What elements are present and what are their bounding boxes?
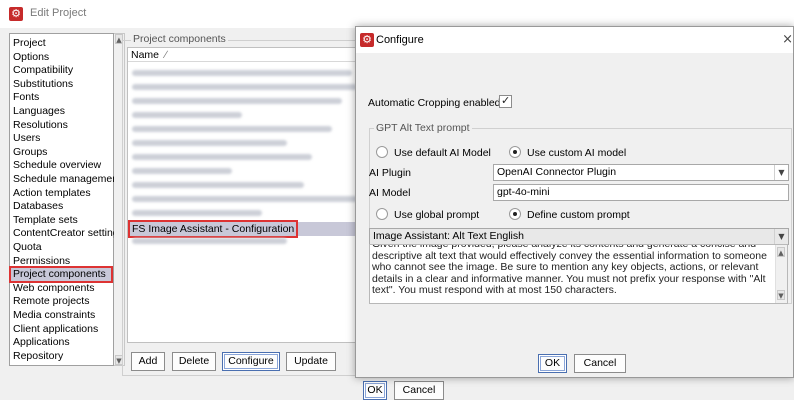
category-item[interactable]: Quota: [13, 241, 42, 254]
table-row-selected[interactable]: FS Image Assistant - Configuration: [128, 220, 358, 238]
category-item[interactable]: Project: [13, 37, 46, 50]
dialog-title: Configure: [376, 34, 424, 46]
ai-plugin-select[interactable]: OpenAI Connector Plugin ▼: [493, 164, 789, 181]
prompt-scrollbar[interactable]: ▲ ▼: [775, 245, 787, 303]
arrow-up-icon[interactable]: ▲: [777, 247, 785, 257]
prompt-textarea[interactable]: Given the image provided, please analyze…: [369, 244, 788, 304]
category-item[interactable]: ContentCreator settings: [13, 227, 124, 240]
gear-icon: [360, 33, 374, 47]
table-row[interactable]: [132, 84, 357, 90]
configure-dialog: Configure × Automatic Cropping enabled G…: [355, 26, 794, 378]
category-item[interactable]: Schedule management: [13, 173, 121, 186]
table-row[interactable]: [132, 98, 342, 104]
dialog-title-bar: Configure ×: [356, 27, 793, 53]
default-model-label: Use default AI Model: [394, 147, 491, 159]
gear-icon: [9, 7, 23, 21]
category-item[interactable]: Template sets: [13, 214, 78, 227]
category-item[interactable]: Schedule overview: [13, 159, 101, 172]
table-row[interactable]: [132, 182, 304, 188]
category-item[interactable]: Web components: [13, 282, 95, 295]
category-item[interactable]: Repository: [13, 350, 63, 363]
arrow-down-icon[interactable]: ▼: [777, 290, 785, 300]
category-item[interactable]: Media constraints: [13, 309, 95, 322]
window-title: Edit Project: [30, 7, 87, 19]
table-row[interactable]: [132, 70, 352, 76]
category-item[interactable]: Fonts: [13, 91, 39, 104]
ai-model-input[interactable]: gpt-4o-mini: [493, 184, 789, 201]
update-button[interactable]: Update: [286, 352, 336, 371]
auto-cropping-label: Automatic Cropping enabled: [368, 97, 501, 109]
category-item[interactable]: Languages: [13, 105, 65, 118]
global-prompt-label: Use global prompt: [394, 209, 480, 221]
category-item[interactable]: Resolutions: [13, 119, 68, 132]
table-row[interactable]: [132, 238, 287, 244]
ok-button[interactable]: OK: [363, 381, 387, 400]
table-row[interactable]: [132, 210, 262, 216]
custom-model-label: Use custom AI model: [527, 147, 627, 159]
table-row[interactable]: [132, 168, 232, 174]
table-row[interactable]: [132, 154, 312, 160]
column-header-name[interactable]: Name ∕: [128, 48, 358, 62]
table-row[interactable]: [132, 140, 287, 146]
close-icon[interactable]: ×: [782, 32, 793, 47]
chevron-down-icon[interactable]: ▼: [774, 165, 788, 180]
cancel-button[interactable]: Cancel: [394, 381, 444, 400]
category-item[interactable]: Compatibility: [13, 64, 73, 77]
category-item[interactable]: Project components: [9, 266, 113, 284]
ai-model-label: AI Model: [369, 187, 411, 199]
configure-button[interactable]: Configure: [222, 352, 280, 371]
title-bar: Edit Project: [0, 0, 794, 28]
dialog-cancel-button[interactable]: Cancel: [574, 354, 626, 373]
category-item[interactable]: Action templates: [13, 187, 91, 200]
custom-model-radio[interactable]: [509, 146, 521, 158]
category-item[interactable]: Applications: [13, 336, 70, 349]
default-model-radio[interactable]: [376, 146, 388, 158]
category-item[interactable]: Permissions: [13, 255, 70, 268]
prompt-template-select[interactable]: Image Assistant: Alt Text English ▼: [369, 228, 789, 245]
table-row[interactable]: [132, 112, 242, 118]
category-item[interactable]: Users: [13, 132, 40, 145]
auto-cropping-checkbox[interactable]: [499, 94, 512, 108]
table-row[interactable]: [132, 126, 332, 132]
custom-prompt-label: Define custom prompt: [527, 209, 630, 221]
prompt-text: Given the image provided, please analyze…: [372, 244, 767, 296]
chevron-down-icon[interactable]: ▼: [774, 229, 788, 244]
category-item[interactable]: Substitutions: [13, 78, 73, 91]
add-button[interactable]: Add: [131, 352, 165, 371]
sort-indicator-icon: ∕: [164, 49, 167, 61]
ai-plugin-label: AI Plugin: [369, 167, 412, 179]
components-table[interactable]: Name ∕ FS Image Assistant - Configuratio…: [127, 47, 359, 343]
selected-component-label: FS Image Assistant - Configuration: [128, 220, 299, 238]
gpt-group-legend: GPT Alt Text prompt: [374, 122, 472, 134]
category-item[interactable]: Databases: [13, 200, 63, 213]
category-item[interactable]: Groups: [13, 146, 47, 159]
dialog-ok-button[interactable]: OK: [538, 354, 567, 373]
table-row[interactable]: [132, 196, 358, 202]
category-item[interactable]: Remote projects: [13, 295, 89, 308]
delete-button[interactable]: Delete: [172, 352, 216, 371]
components-legend: Project components: [131, 33, 228, 45]
global-prompt-radio[interactable]: [376, 208, 388, 220]
category-list[interactable]: Project Options Compatibility Substitutions…: [9, 33, 124, 366]
category-item[interactable]: Options: [13, 51, 49, 64]
category-item[interactable]: Client applications: [13, 323, 98, 336]
custom-prompt-radio[interactable]: [509, 208, 521, 220]
